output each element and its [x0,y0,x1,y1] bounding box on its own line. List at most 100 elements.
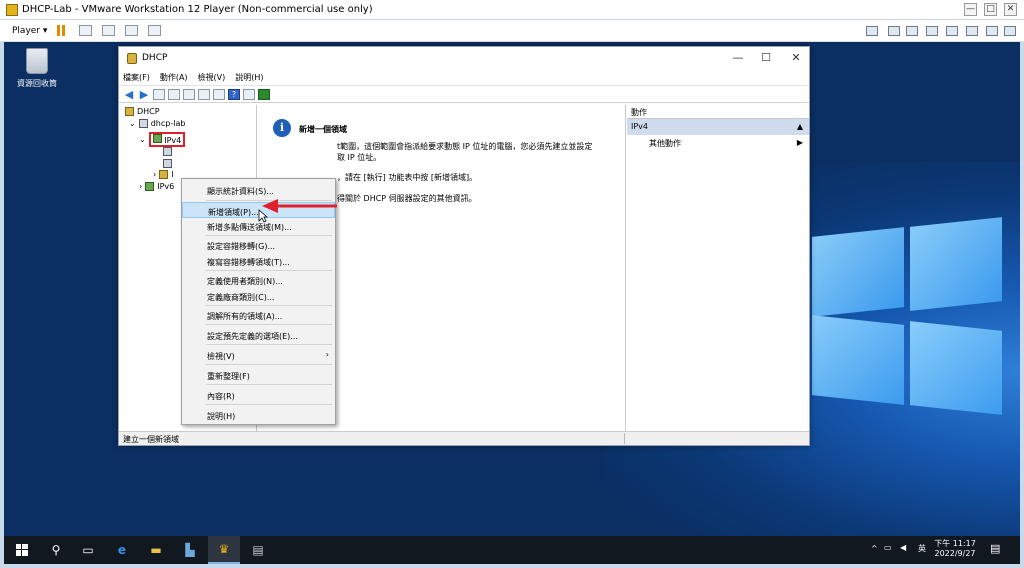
ctx-replicate-failover[interactable]: 複寫容錯移轉領域(T)... [182,253,335,269]
ctx-define-user-classes[interactable]: 定義使用者類別(N)... [182,272,335,288]
menu-file[interactable]: 檔案(F) [123,72,150,83]
vmware-titlebar: DHCP-Lab - VMware Workstation 12 Player … [0,0,1024,20]
export-list-icon[interactable] [213,88,225,100]
taskbar-server-manager[interactable]: ▙ [174,536,206,564]
dhcp-minimize-button[interactable]: — [731,51,745,64]
volume-tray-icon[interactable]: ◀ [900,543,906,552]
device-network-icon[interactable] [906,26,918,36]
actions-header: 動作 [627,105,809,119]
back-arrow-icon[interactable]: ◀ [123,89,135,100]
player-menu-button[interactable]: Player ▾ [12,26,47,36]
removable-devices-icon[interactable] [102,25,116,36]
device-usb-icon[interactable] [926,26,938,36]
more-actions-item[interactable]: 其他動作 ▶ [627,135,809,149]
tree-item-ipv6-label: IPv6 [157,182,175,191]
dhcp-window-title: DHCP [142,53,168,63]
start-button[interactable] [6,536,38,564]
action-pane-icon[interactable] [243,88,255,100]
tree-item-ipv4-label: IPv4 [164,136,182,145]
ime-indicator[interactable]: 英 [918,543,926,554]
taskbar-file-explorer[interactable]: ▬ [140,536,172,564]
collapse-up-icon[interactable]: ▲ [797,122,803,131]
vmware-app-icon [6,3,18,16]
tree-item-server[interactable]: ⌄ dhcp-lab [129,119,185,128]
folder-icon [163,159,172,168]
refresh-icon[interactable] [198,88,210,100]
details-line-4: 得關於 DHCP 伺服器設定的其他資訊。 [337,194,477,203]
device-display-icon[interactable] [986,26,998,36]
ctx-reconcile-all-scopes[interactable]: 調解所有的領域(A)... [182,307,335,323]
recycle-bin-label: 資源回收筒 [17,79,57,88]
expand-chevron-icon[interactable]: ⌄ [139,135,146,144]
server-manager-icon: ▙ [185,543,195,557]
send-keys-icon[interactable] [79,25,93,36]
ctx-show-statistics[interactable]: 顯示統計資料(S)... [182,182,335,198]
collapse-chevron-icon[interactable]: › [139,182,142,191]
unity-icon[interactable] [148,25,162,36]
menu-view[interactable]: 檢視(V) [198,72,226,83]
dhcp-app-icon [127,52,137,64]
ctx-configure-failover[interactable]: 設定容錯移轉(G)... [182,237,335,253]
actions-section-ipv4[interactable]: IPv4 ▲ [627,119,809,135]
ctx-separator [206,404,332,405]
ctx-properties[interactable]: 內容(R) [182,387,335,403]
help-icon[interactable]: ? [228,88,240,100]
vmware-close-button[interactable]: ✕ [1004,3,1017,16]
vmware-maximize-button[interactable]: □ [984,3,997,16]
dhcp-menubar: 檔案(F) 動作(A) 檢視(V) 說明(H) [119,69,809,85]
dhcp-trophy-icon [125,107,134,116]
device-printer-icon[interactable] [966,26,978,36]
menu-help[interactable]: 說明(H) [235,72,263,83]
command-prompt-icon: ▤ [252,543,264,557]
properties-icon[interactable] [183,88,195,100]
show-tree-icon[interactable] [168,88,180,100]
ctx-set-predefined-options[interactable]: 設定預先定義的選項(E)... [182,327,335,343]
taskbar-ie[interactable]: e [106,536,138,564]
status-bar: 建立一個新領域 [119,431,809,445]
network-tray-icon[interactable]: ▭ [884,543,892,552]
dhcp-close-button[interactable]: ✕ [789,51,803,64]
tree-item-ipv4[interactable]: ⌄ IPv4 [139,132,186,147]
search-button[interactable]: ⚲ [40,536,72,564]
ctx-separator [206,305,332,306]
expand-chevron-icon[interactable]: ⌄ [129,119,136,128]
tree-item-policies[interactable] [163,159,172,168]
ctx-define-vendor-classes[interactable]: 定義廠商類別(C)... [182,288,335,304]
info-icon: i [273,119,291,137]
dhcp-titlebar: DHCP — ☐ ✕ [119,47,809,69]
vmware-minimize-button[interactable]: — [964,3,977,16]
up-folder-icon[interactable] [153,88,165,100]
tree-item-server-label: dhcp-lab [150,119,186,128]
device-cd-icon[interactable] [888,26,900,36]
tray-chevron-icon[interactable]: ^ [871,544,878,553]
menu-action[interactable]: 動作(A) [160,72,188,83]
fullscreen-icon[interactable] [125,25,139,36]
recycle-bin-shortcut[interactable]: 資源回收筒 [12,48,62,89]
clock-time: 下午 11:17 [934,539,976,548]
forward-arrow-icon[interactable]: ▶ [138,89,150,100]
ctx-view-label: 檢視(V) [207,352,235,361]
dhcp-maximize-button[interactable]: ☐ [759,51,773,64]
device-sound-icon[interactable] [946,26,958,36]
ctx-view[interactable]: 檢視(V) › [182,347,335,363]
tree-item-dhcp[interactable]: DHCP [125,107,160,116]
vmware-window-title: DHCP-Lab - VMware Workstation 12 Player … [22,4,373,15]
tree-item-filters[interactable]: › I [153,170,174,179]
ctx-refresh[interactable]: 重新整理(F) [182,367,335,383]
taskbar-cmd[interactable]: ▤ [242,536,274,564]
tree-item-server-options[interactable] [163,147,172,156]
actions-section-label: IPv4 [631,122,649,131]
task-view-button[interactable]: ▭ [72,536,104,564]
console-monitor-icon[interactable] [258,88,270,100]
message-log-icon[interactable] [1004,26,1016,36]
device-hdd-icon[interactable] [866,26,878,36]
ctx-separator [206,384,332,385]
ctx-help[interactable]: 說明(H) [182,407,335,423]
notification-icon[interactable]: ▤ [990,542,1000,555]
taskbar-dhcp[interactable]: ♛ [208,536,240,564]
tree-item-ipv6[interactable]: › IPv6 [139,182,174,191]
details-line-2: 取 IP 位址。 [337,153,382,162]
pause-icon[interactable] [57,25,67,36]
collapse-chevron-icon[interactable]: › [153,170,156,179]
clock[interactable]: 下午 11:17 2022/9/27 [932,538,978,558]
